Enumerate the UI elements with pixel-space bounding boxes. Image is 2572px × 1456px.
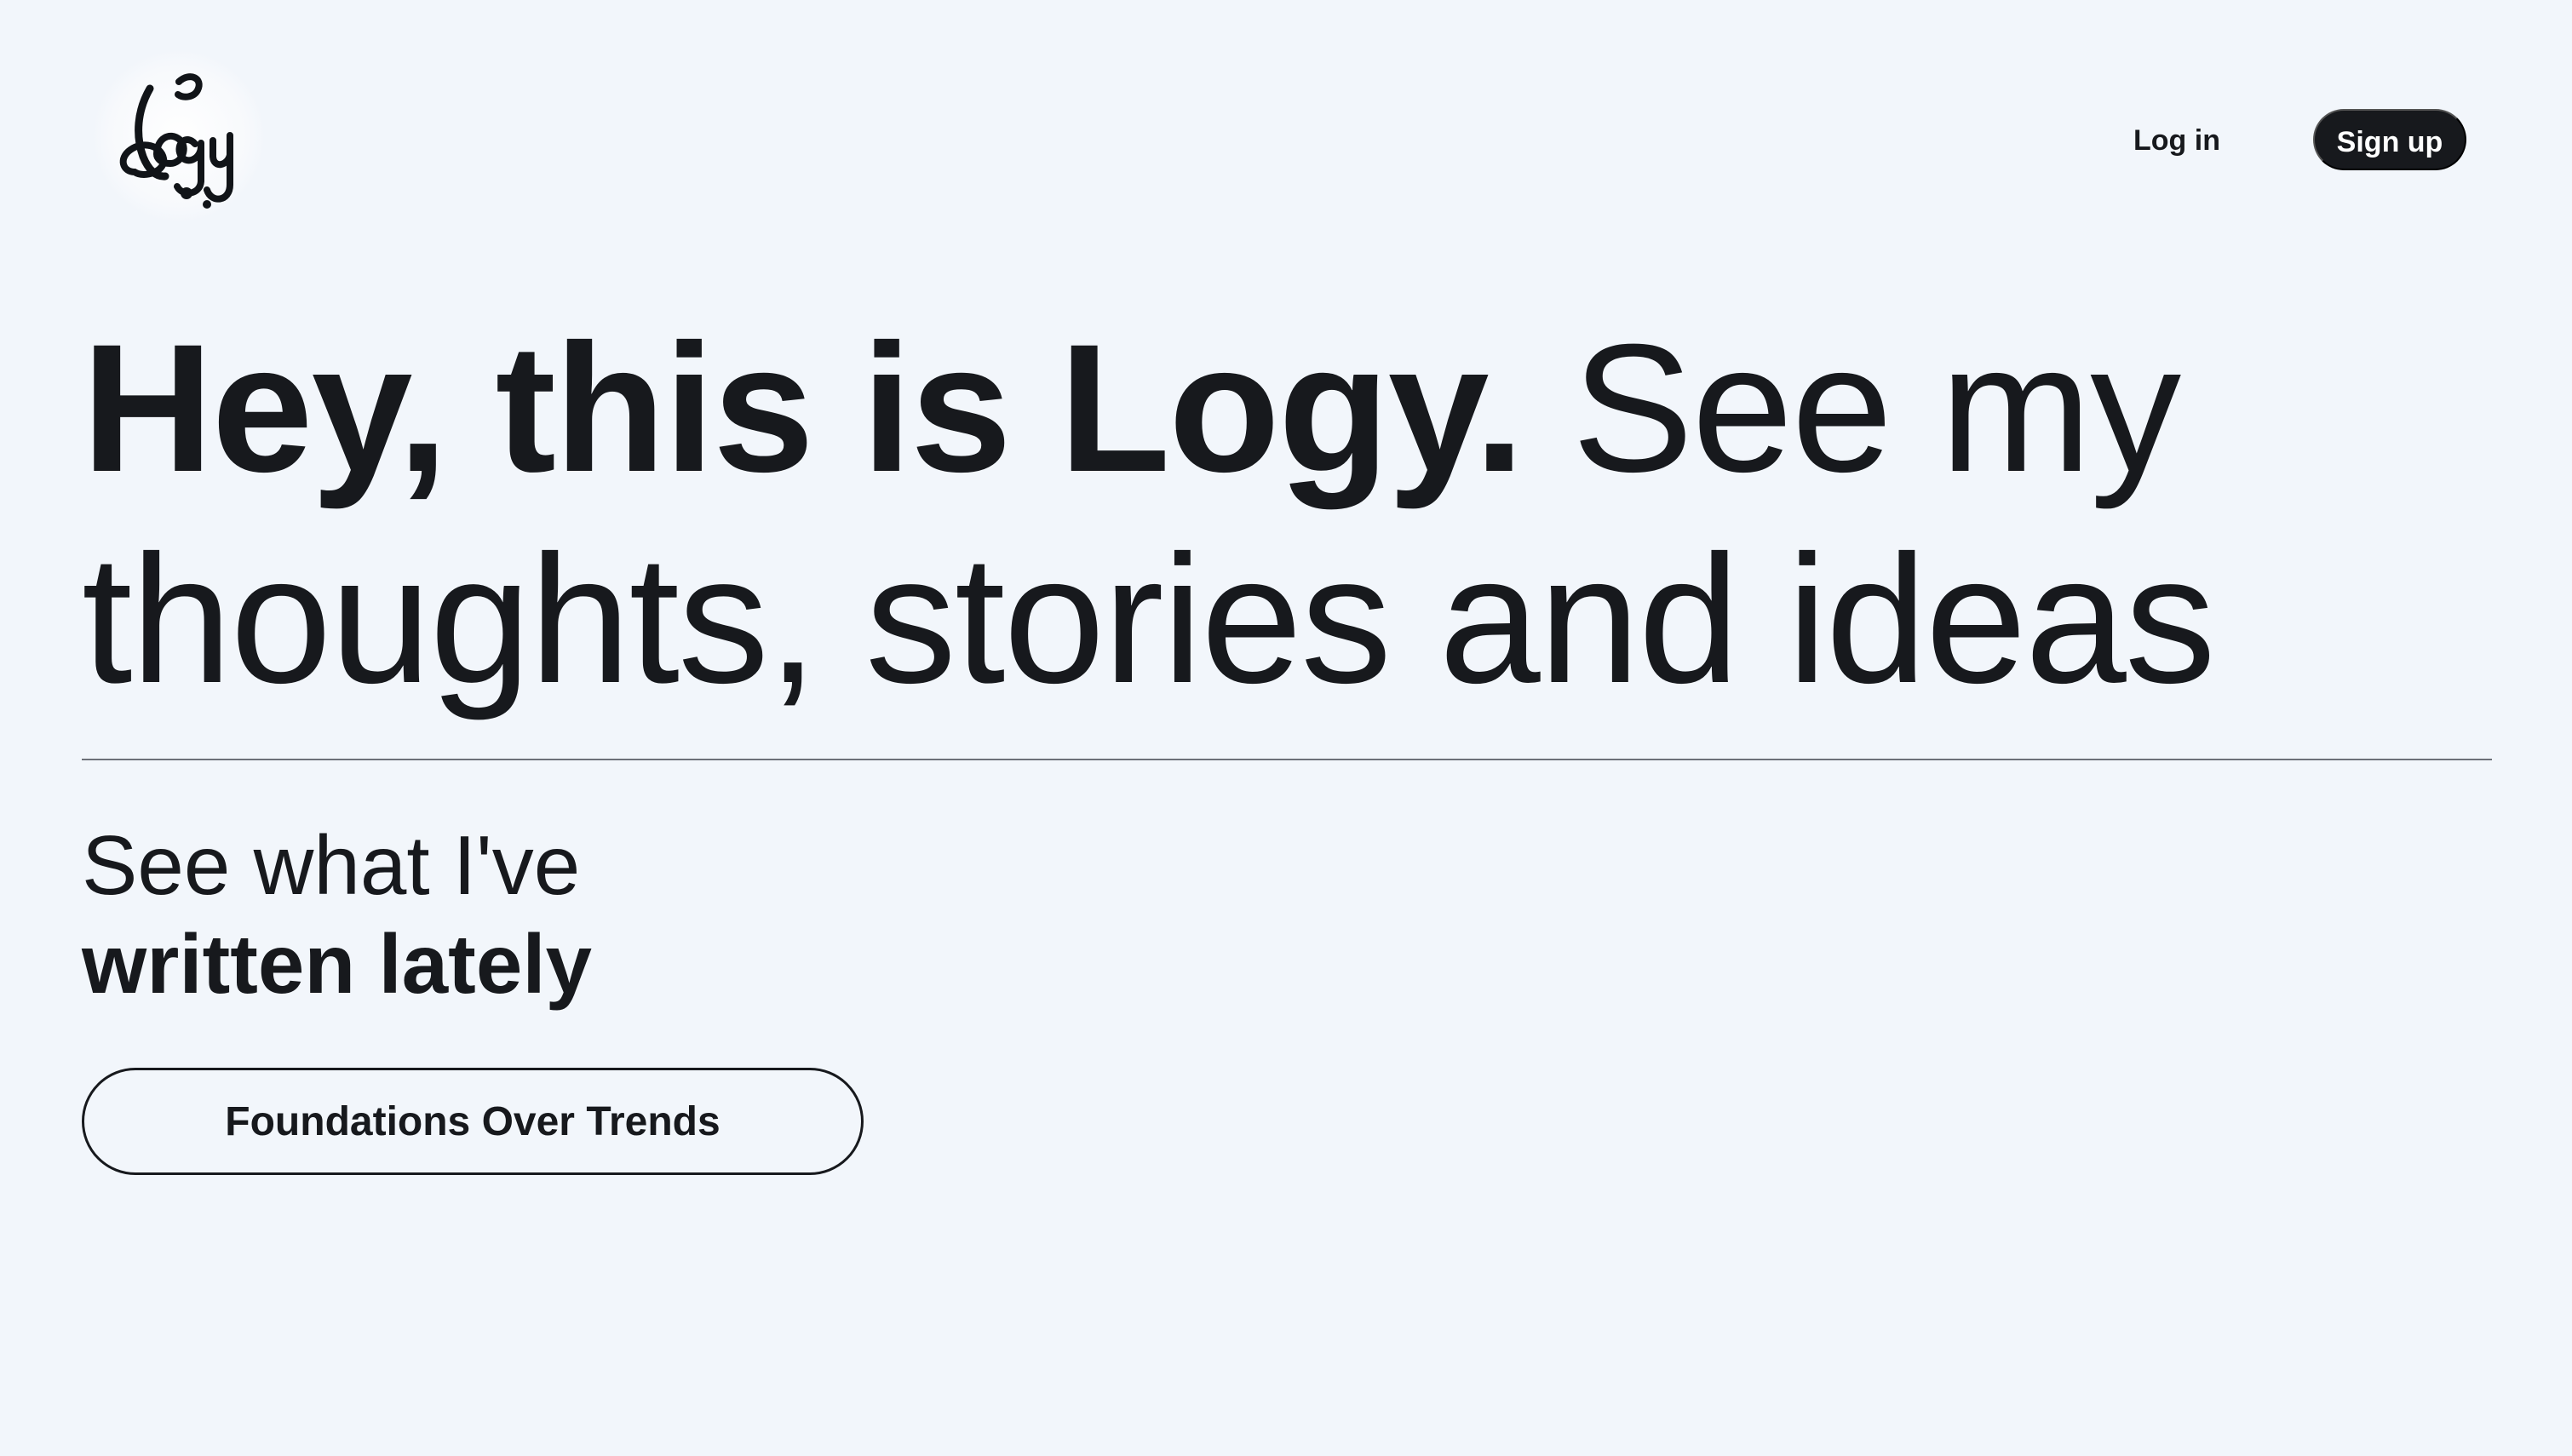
section-divider bbox=[82, 759, 2492, 760]
hero-headline-strong: Hey, this is Logy. bbox=[82, 307, 1524, 510]
recent-posts-heading-light: See what I've bbox=[82, 818, 581, 912]
recent-posts-heading-bold: written lately bbox=[82, 917, 593, 1011]
site-header: Log in Sign up bbox=[0, 0, 2572, 272]
signup-button[interactable]: Sign up bbox=[2313, 109, 2466, 170]
recent-posts-heading: See what I've written lately bbox=[82, 816, 933, 1013]
logy-script-logo-icon bbox=[119, 73, 233, 209]
post-link-foundations-over-trends[interactable]: Foundations Over Trends bbox=[82, 1068, 864, 1175]
hero-headline: Hey, this is Logy. See my thoughts, stor… bbox=[82, 303, 2492, 725]
logy-logo[interactable] bbox=[94, 51, 264, 221]
login-link[interactable]: Log in bbox=[2133, 118, 2220, 163]
